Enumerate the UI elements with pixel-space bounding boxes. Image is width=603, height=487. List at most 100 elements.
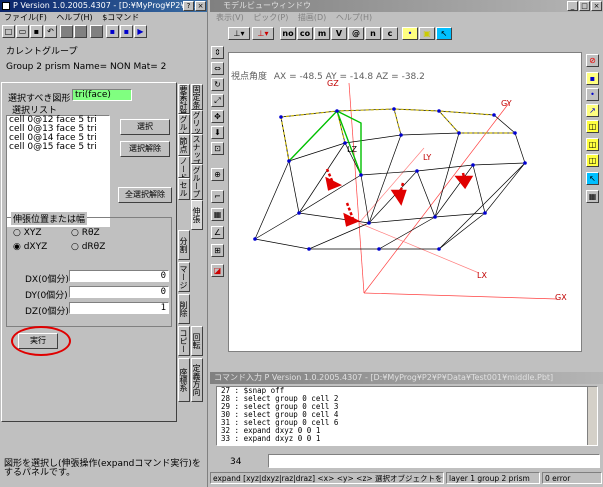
gray-block-icon[interactable]	[60, 25, 73, 38]
dx-field[interactable]: 0	[69, 270, 169, 282]
table-icon[interactable]: ▦	[586, 190, 599, 203]
tab-rotate[interactable]: 回転	[191, 326, 203, 356]
axis-label-ly: LY	[423, 153, 432, 162]
save-icon[interactable]: ▪	[30, 25, 43, 38]
gray-block-icon-2[interactable]	[74, 25, 87, 38]
tool-no[interactable]: no	[280, 27, 296, 40]
tab-node[interactable]: 節点	[178, 134, 190, 156]
blue-dot-icon-2[interactable]: ▪	[120, 25, 133, 38]
cube-icon[interactable]: ▣	[419, 27, 435, 40]
tab-group[interactable]: グルー	[178, 114, 190, 134]
tab-cell[interactable]: セル	[178, 178, 190, 200]
select-list[interactable]: cell 0@12 face 5 tri cell 0@13 face 5 tr…	[6, 115, 110, 227]
menu-help[interactable]: ヘルプ(H)	[336, 13, 372, 22]
no-entry-icon[interactable]: ⊘	[586, 54, 599, 67]
cell-icon[interactable]: ◫	[586, 138, 599, 151]
command-input[interactable]	[268, 454, 600, 468]
close-icon[interactable]: ×	[195, 1, 206, 11]
color-icon[interactable]: ◪	[211, 264, 224, 277]
radio-checked-icon: ◉	[13, 242, 24, 252]
maximize-icon[interactable]: □	[579, 1, 590, 11]
tab-grid[interactable]: グリッド	[191, 110, 203, 134]
gray-block-icon-3[interactable]	[90, 25, 103, 38]
select-button[interactable]: 選択	[120, 119, 170, 135]
new-file-icon[interactable]: □	[2, 25, 15, 38]
tool-n[interactable]: n	[365, 27, 381, 40]
menu-draw[interactable]: 描画(D)	[298, 13, 326, 22]
rotate-x-icon[interactable]: ⇔	[211, 62, 224, 75]
rotate-y-icon[interactable]: ⇕	[211, 46, 224, 59]
dz-field[interactable]: 1	[69, 302, 169, 314]
model-canvas[interactable]: 視点角度 AX = -48.5 AY = -14.8 AZ = -38.2 GZ…	[228, 52, 582, 352]
group-icon[interactable]: ◫	[586, 154, 599, 167]
radio-drtz[interactable]: ○ dRθZ	[71, 242, 105, 252]
deselect-all-button[interactable]: 全選択解除	[118, 187, 172, 203]
radio-xyz[interactable]: ○ XYZ	[13, 228, 42, 238]
open-folder-icon[interactable]: ▭	[16, 25, 29, 38]
cursor-icon[interactable]: ↖	[436, 27, 452, 40]
tab-split[interactable]: 分割	[178, 230, 190, 260]
select-cursor-icon[interactable]: ↖	[586, 172, 599, 185]
corner-icon[interactable]: ⌐	[211, 190, 224, 203]
viewer-title-bar[interactable]: モデルビューウィンドウ _ □ ×	[210, 0, 603, 12]
rotate-z-icon[interactable]: ↻	[211, 78, 224, 91]
tab-group-2[interactable]: グループ	[191, 164, 203, 200]
face-icon[interactable]: ◫	[586, 120, 599, 133]
tab-expand[interactable]: 伸張	[191, 200, 203, 230]
left-window: P Version 1.0.2005.4307 - [D:¥MyProg¥P2¥…	[0, 0, 208, 487]
node-blue-icon[interactable]: •	[586, 88, 599, 101]
pick-yellow-icon[interactable]: •	[402, 27, 418, 40]
tab-merge[interactable]: マージ	[178, 262, 190, 292]
play-icon[interactable]: ▶	[134, 25, 147, 38]
menu-help[interactable]: ヘルプ(H)	[56, 13, 92, 22]
axis-tool-red-icon[interactable]: ⊥▾	[252, 27, 274, 40]
radio-empty-icon: ○	[71, 242, 82, 252]
command-log[interactable]: 27 : $snap off 28 : select group 0 cell …	[216, 386, 598, 446]
angle-icon[interactable]: ∠	[211, 226, 224, 239]
command-title-bar[interactable]: コマンド入力 P Version 1.0.2005.4307 - [D:¥MyP…	[210, 372, 603, 384]
target-icon[interactable]: ⊕	[211, 168, 224, 181]
tool-c[interactable]: c	[382, 27, 398, 40]
log-scrollbar[interactable]	[587, 387, 597, 445]
tab-coord[interactable]: 座標系	[178, 358, 190, 402]
undo-icon[interactable]: ↶	[44, 25, 57, 38]
select-shape-field[interactable]: tri(face)	[72, 89, 132, 101]
pan-icon[interactable]: ✥	[211, 110, 224, 123]
tool-at[interactable]: @	[348, 27, 364, 40]
axis-tool-icon[interactable]: ⊥▾	[228, 27, 250, 40]
line-number: 34	[230, 457, 242, 467]
blue-dot-icon[interactable]: ▪	[106, 25, 119, 38]
tab-snap[interactable]: スナップ	[191, 134, 203, 164]
command-window: コマンド入力 P Version 1.0.2005.4307 - [D:¥MyP…	[210, 372, 603, 487]
tool-co[interactable]: co	[297, 27, 313, 40]
zoom-icon[interactable]: ⤢	[211, 94, 224, 107]
node-yellow-icon[interactable]: ▪	[586, 72, 599, 85]
tab-element-calc[interactable]: 要素計算	[178, 84, 190, 114]
menu-view[interactable]: 表示(V)	[216, 13, 244, 22]
menu-command[interactable]: $コマンド	[102, 13, 139, 22]
menu-file[interactable]: ファイル(F)	[4, 13, 47, 22]
down-arrow-icon[interactable]: ⬇	[211, 126, 224, 139]
deselect-button[interactable]: 選択解除	[120, 141, 170, 157]
radio-rtz[interactable]: ○ RθZ	[71, 228, 100, 238]
grid-icon[interactable]: ▦	[211, 208, 224, 221]
tab-delete[interactable]: 削除	[178, 294, 190, 324]
tool-m[interactable]: m	[314, 27, 330, 40]
menu-pick[interactable]: ピック(P)	[253, 13, 288, 22]
tab-define-dir[interactable]: 定義方向	[191, 358, 203, 402]
radio-dxyz[interactable]: ◉ dXYZ	[13, 242, 47, 252]
tab-fixed[interactable]: 固定条件	[191, 84, 203, 110]
close-icon[interactable]: ×	[591, 1, 602, 11]
minimize-icon[interactable]: _	[567, 1, 578, 11]
tool-v[interactable]: V	[331, 27, 347, 40]
left-title-bar[interactable]: P Version 1.0.2005.4307 - [D:¥MyProg¥P2¥…	[0, 0, 207, 12]
dy-field[interactable]: 0	[69, 286, 169, 298]
edge-icon[interactable]: ↗	[586, 104, 599, 117]
help-icon[interactable]: ?	[183, 1, 194, 11]
tab-copy[interactable]: コピー	[178, 326, 190, 356]
mesh-icon[interactable]: ⊞	[211, 244, 224, 257]
wireframe-model	[253, 82, 558, 300]
fit-icon[interactable]: ⊡	[211, 142, 224, 155]
list-item[interactable]: cell 0@15 face 5 tri	[7, 143, 109, 152]
tab-node-2[interactable]: ノード	[178, 156, 190, 178]
